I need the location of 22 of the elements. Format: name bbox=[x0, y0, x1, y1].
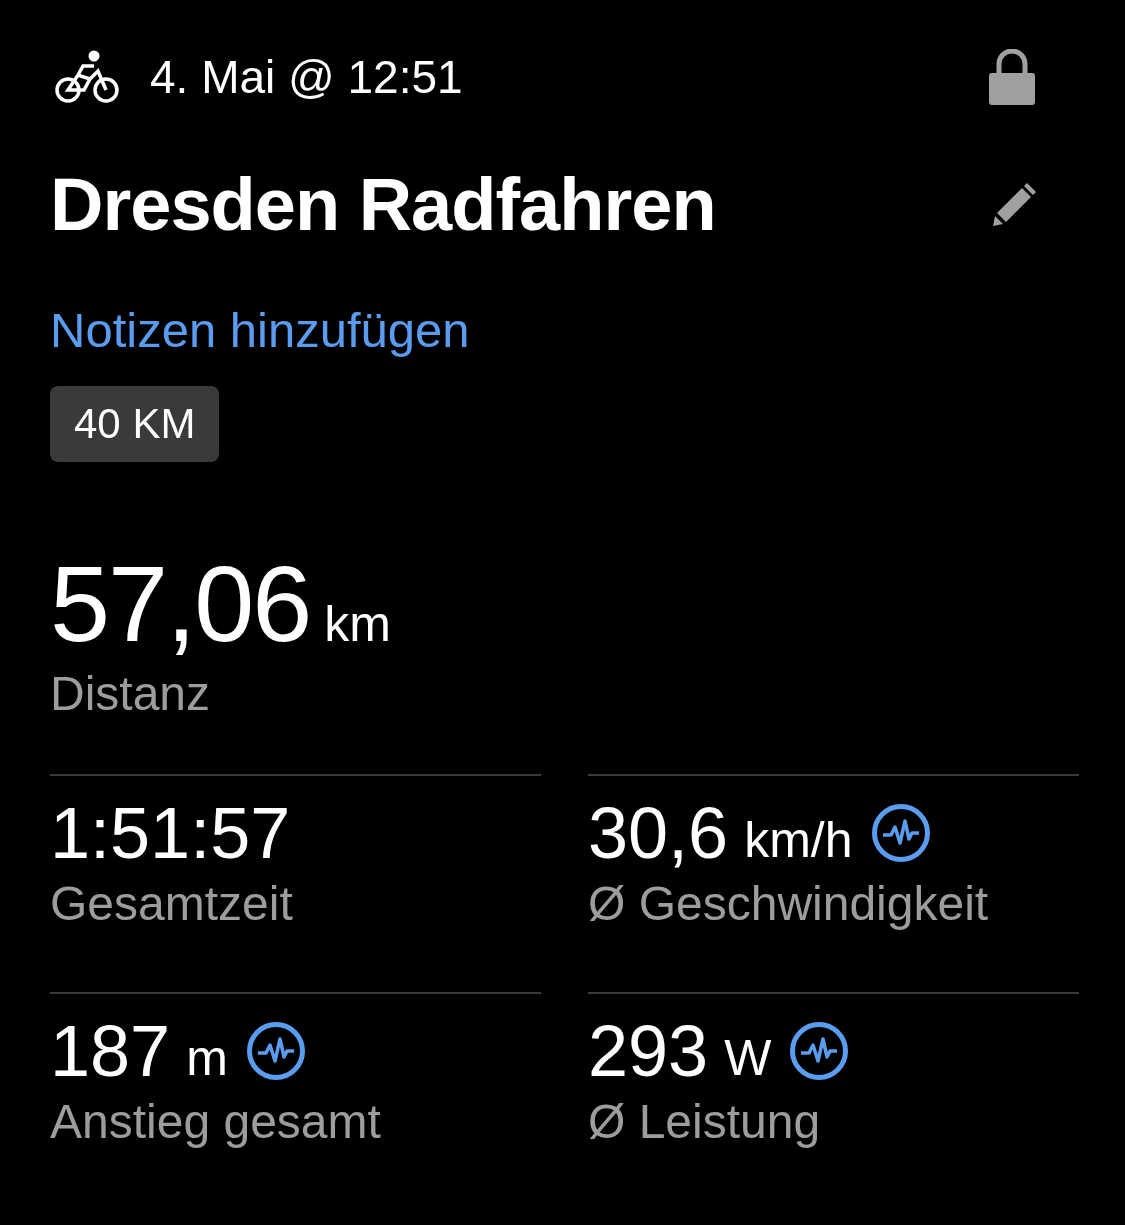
stat-unit: km/h bbox=[744, 815, 853, 865]
stat-label: Gesamtzeit bbox=[50, 876, 294, 931]
add-notes-link[interactable]: Notizen hinzufügen bbox=[50, 302, 470, 358]
edit-button[interactable] bbox=[991, 180, 1039, 228]
stat-label: Anstieg gesamt bbox=[50, 1094, 382, 1149]
lock-icon bbox=[987, 49, 1037, 105]
stat-unit: W bbox=[724, 1033, 772, 1083]
distance-value: 57,06 bbox=[50, 550, 311, 658]
stat-value: 1:51:57 bbox=[50, 797, 291, 869]
stat-value: 187 bbox=[50, 1015, 171, 1087]
stat-value: 30,6 bbox=[588, 797, 729, 869]
stat-label: Ø Leistung bbox=[588, 1094, 822, 1149]
stat-unit: m bbox=[186, 1033, 228, 1083]
stat-value: 293 bbox=[588, 1015, 709, 1087]
distance-label: Distanz bbox=[50, 666, 212, 721]
stat-label: Ø Geschwindigkeit bbox=[588, 876, 990, 931]
tag[interactable]: 40 KM bbox=[50, 386, 220, 462]
distance-unit: km bbox=[324, 599, 391, 649]
pencil-icon bbox=[991, 180, 1039, 228]
bicycle-icon bbox=[54, 49, 120, 105]
activity-date: 4. Mai @ 12:51 bbox=[150, 50, 463, 104]
activity-title: Dresden Radfahren bbox=[50, 161, 716, 247]
